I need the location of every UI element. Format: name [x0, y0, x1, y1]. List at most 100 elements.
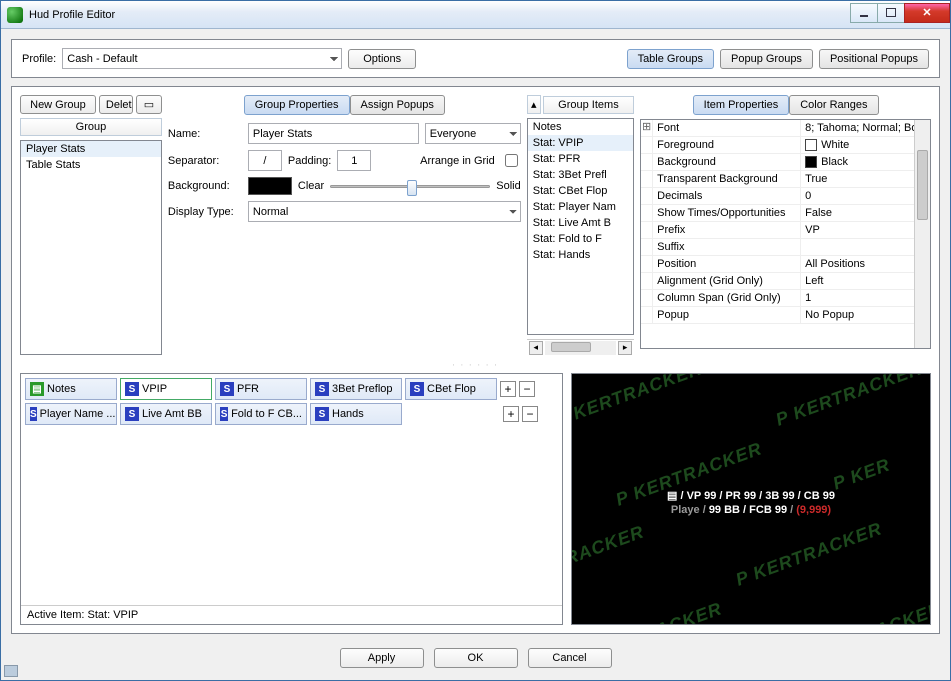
- prop-value[interactable]: False: [801, 205, 930, 221]
- group-items-list[interactable]: NotesStat: VPIPStat: PFRStat: 3Bet Prefl…: [527, 118, 634, 335]
- tab-popup-groups[interactable]: Popup Groups: [720, 49, 813, 69]
- hud-chip[interactable]: SHands: [310, 403, 402, 425]
- group-item[interactable]: Stat: 3Bet Prefl: [528, 167, 633, 183]
- items-hscroll[interactable]: ◂▸: [527, 339, 634, 355]
- propgrid-row[interactable]: Suffix: [641, 239, 930, 256]
- propgrid-row[interactable]: PositionAll Positions: [641, 256, 930, 273]
- item-properties-column: Item Properties Color Ranges ⊞Font8; Tah…: [640, 95, 931, 355]
- new-group-button[interactable]: New Group: [20, 95, 96, 114]
- prop-value[interactable]: Black: [801, 154, 930, 170]
- group-item[interactable]: Stat: Fold to F: [528, 231, 633, 247]
- add-stat-button[interactable]: +: [500, 381, 516, 397]
- expand-icon[interactable]: [641, 154, 653, 170]
- options-button[interactable]: Options: [348, 49, 416, 69]
- stat-icon: S: [315, 407, 329, 421]
- tab-item-properties[interactable]: Item Properties: [693, 95, 790, 115]
- group-list-item[interactable]: Table Stats: [21, 157, 161, 173]
- hud-chip[interactable]: SPFR: [215, 378, 307, 400]
- group-item[interactable]: Notes: [528, 119, 633, 135]
- tab-group-properties[interactable]: Group Properties: [244, 95, 350, 115]
- expand-icon[interactable]: [641, 137, 653, 153]
- group-item[interactable]: Stat: PFR: [528, 151, 633, 167]
- sort-icon[interactable]: ▴: [527, 95, 541, 114]
- expand-icon[interactable]: [641, 273, 653, 289]
- propgrid-row[interactable]: Column Span (Grid Only)1: [641, 290, 930, 307]
- prop-value[interactable]: VP: [801, 222, 930, 238]
- propgrid-row[interactable]: Alignment (Grid Only)Left: [641, 273, 930, 290]
- expand-icon[interactable]: [641, 171, 653, 187]
- padding-input[interactable]: [337, 150, 371, 171]
- splitter[interactable]: ∙ ∙ ∙ ∙ ∙ ∙: [20, 361, 931, 367]
- prop-value[interactable]: True: [801, 171, 930, 187]
- minimize-button[interactable]: [850, 3, 878, 23]
- propgrid-row[interactable]: PrefixVP: [641, 222, 930, 239]
- add-stat-button[interactable]: +: [503, 406, 519, 422]
- propgrid-row[interactable]: Show Times/OpportunitiesFalse: [641, 205, 930, 222]
- apply-button[interactable]: Apply: [340, 648, 424, 668]
- prop-value[interactable]: 1: [801, 290, 930, 306]
- ok-button[interactable]: OK: [434, 648, 518, 668]
- group-item[interactable]: Stat: Live Amt B: [528, 215, 633, 231]
- prop-value[interactable]: [801, 239, 930, 255]
- expand-icon[interactable]: [641, 205, 653, 221]
- remove-stat-button[interactable]: −: [519, 381, 535, 397]
- property-grid[interactable]: ⊞Font8; Tahoma; Normal; BoldForegroundWh…: [640, 119, 931, 349]
- prop-value[interactable]: 0: [801, 188, 930, 204]
- separator-input[interactable]: [248, 150, 282, 171]
- prop-key: Background: [653, 154, 801, 170]
- separator-label: Separator:: [168, 155, 248, 167]
- propgrid-scrollbar[interactable]: [914, 120, 930, 348]
- hud-chip[interactable]: SPlayer Name ...: [25, 403, 117, 425]
- maximize-button[interactable]: [877, 3, 905, 23]
- group-item[interactable]: Stat: Hands: [528, 247, 633, 263]
- propgrid-row[interactable]: BackgroundBlack: [641, 154, 930, 171]
- hud-chip[interactable]: S3Bet Preflop: [310, 378, 402, 400]
- expand-icon[interactable]: [641, 188, 653, 204]
- profile-select[interactable]: Cash - Default: [62, 48, 342, 69]
- background-swatch[interactable]: [248, 177, 292, 195]
- tab-positional-popups[interactable]: Positional Popups: [819, 49, 929, 69]
- groups-list[interactable]: Player StatsTable Stats: [20, 140, 162, 355]
- hud-chip[interactable]: SFold to F CB...: [215, 403, 307, 425]
- prop-value[interactable]: All Positions: [801, 256, 930, 272]
- tab-assign-popups[interactable]: Assign Popups: [350, 95, 445, 115]
- displaytype-select[interactable]: Normal: [248, 201, 521, 222]
- hud-chip[interactable]: SCBet Flop: [405, 378, 497, 400]
- expand-icon[interactable]: [641, 290, 653, 306]
- tab-table-groups[interactable]: Table Groups: [627, 49, 714, 69]
- expand-icon[interactable]: [641, 307, 653, 323]
- prop-key: Alignment (Grid Only): [653, 273, 801, 289]
- stat-icon: S: [220, 407, 228, 421]
- expand-icon[interactable]: [641, 239, 653, 255]
- propgrid-row[interactable]: Transparent BackgroundTrue: [641, 171, 930, 188]
- opacity-slider[interactable]: [330, 185, 490, 188]
- prop-value[interactable]: White: [801, 137, 930, 153]
- propgrid-row[interactable]: ForegroundWhite: [641, 137, 930, 154]
- expand-icon[interactable]: [641, 256, 653, 272]
- cancel-button[interactable]: Cancel: [528, 648, 612, 668]
- name-input[interactable]: [248, 123, 419, 144]
- hud-chip[interactable]: SVPIP: [120, 378, 212, 400]
- group-list-item[interactable]: Player Stats: [21, 141, 161, 157]
- group-item[interactable]: Stat: VPIP: [528, 135, 633, 151]
- expand-icon[interactable]: [641, 222, 653, 238]
- hud-chip[interactable]: SLive Amt BB: [120, 403, 212, 425]
- hud-chip[interactable]: ▤Notes: [25, 378, 117, 400]
- propgrid-row[interactable]: PopupNo Popup: [641, 307, 930, 324]
- expand-icon[interactable]: ⊞: [641, 120, 653, 136]
- prop-value[interactable]: No Popup: [801, 307, 930, 323]
- tab-color-ranges[interactable]: Color Ranges: [789, 95, 878, 115]
- propgrid-row[interactable]: ⊞Font8; Tahoma; Normal; Bold: [641, 120, 930, 137]
- propgrid-row[interactable]: Decimals0: [641, 188, 930, 205]
- remove-stat-button[interactable]: −: [522, 406, 538, 422]
- group-item[interactable]: Stat: Player Nam: [528, 199, 633, 215]
- scope-select[interactable]: Everyone: [425, 123, 521, 144]
- group-item[interactable]: Stat: CBet Flop: [528, 183, 633, 199]
- prop-key: Position: [653, 256, 801, 272]
- close-button[interactable]: [904, 3, 950, 23]
- prop-value[interactable]: Left: [801, 273, 930, 289]
- arrange-checkbox[interactable]: [505, 154, 518, 167]
- group-extra-button[interactable]: ▭: [136, 95, 162, 114]
- delete-group-button[interactable]: Delete: [99, 95, 133, 114]
- prop-value[interactable]: 8; Tahoma; Normal; Bold: [801, 120, 930, 136]
